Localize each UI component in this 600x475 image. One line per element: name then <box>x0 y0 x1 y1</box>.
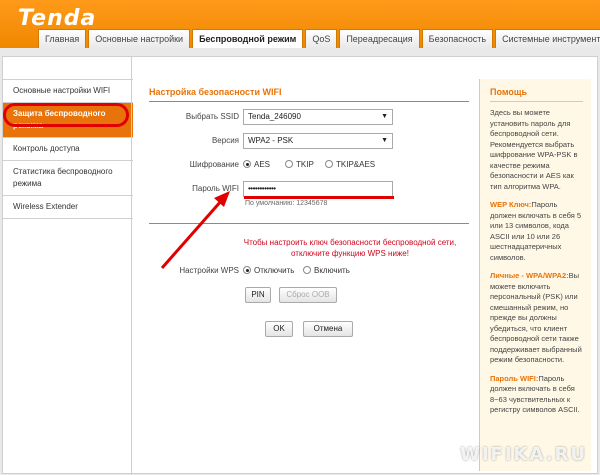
dropdown-arrow-icon: ▼ <box>381 137 388 144</box>
version-value: WPA2 - PSK <box>248 136 294 145</box>
tab-wireless[interactable]: Беспроводной режим <box>192 29 304 48</box>
encryption-radio-tkip-aes[interactable]: TKIP&AES <box>325 157 375 173</box>
pin-button[interactable]: PIN <box>245 287 271 303</box>
main-frame: Основные настройки WIFI Защита беспровод… <box>2 56 598 475</box>
section-divider <box>149 223 469 224</box>
dropdown-arrow-icon: ▼ <box>381 113 388 120</box>
help-intro: Здесь вы можете установить пароль для бе… <box>490 108 578 191</box>
sidebar: Основные настройки WIFI Защита беспровод… <box>3 79 133 219</box>
ssid-label: Выбрать SSID <box>185 112 239 121</box>
wps-row: Настройки WPS Отключить Включить <box>149 263 469 279</box>
wps-label: Настройки WPS <box>179 266 239 275</box>
password-label: Пароль WIFI <box>192 184 239 193</box>
password-default-hint: По умолчанию: 12345678 <box>245 200 328 207</box>
tab-basic-settings[interactable]: Основные настройки <box>88 29 191 48</box>
radio-checked-icon <box>243 266 251 274</box>
main-tabs: Главная Основные настройки Беспроводной … <box>38 29 600 48</box>
encryption-label: Шифрование <box>189 160 239 169</box>
wifi-password-field[interactable]: •••••••••••• <box>243 181 394 199</box>
security-form: Настройка безопасности WIFI Выбрать SSID… <box>149 87 469 337</box>
watermark: WIFIKA.RU <box>460 444 588 465</box>
version-select[interactable]: WPA2 - PSK ▼ <box>243 133 393 149</box>
sidebar-divider <box>131 57 132 475</box>
sidebar-item-wifi-basic[interactable]: Основные настройки WIFI <box>3 79 133 102</box>
password-row: Пароль WIFI •••••••••••• <box>149 181 469 199</box>
ssid-row: Выбрать SSID Tenda_246090 ▼ <box>149 109 469 125</box>
encryption-radio-tkip[interactable]: TKIP <box>285 157 314 173</box>
sidebar-item-access-control[interactable]: Контроль доступа <box>3 137 133 160</box>
wps-radio-disable[interactable]: Отключить <box>243 263 294 279</box>
reset-oob-button[interactable]: Сброс OOB <box>279 287 337 303</box>
radio-icon <box>285 160 293 168</box>
section-title: Настройка безопасности WIFI <box>149 87 469 102</box>
version-label: Версия <box>211 136 239 145</box>
help-personal: Личные - WPA/WPA2:Вы можете включить пер… <box>490 271 582 364</box>
tab-forwarding[interactable]: Переадресация <box>339 29 420 48</box>
password-value: •••••••••••• <box>248 184 276 193</box>
tab-security[interactable]: Безопасность <box>421 29 494 48</box>
encryption-row: Шифрование AES TKIP TKIP&AES <box>149 157 469 173</box>
tab-qos[interactable]: QoS <box>305 29 338 48</box>
help-wep: WEP Ключ:Пароль должен включать в себя 5… <box>490 200 582 262</box>
ssid-select[interactable]: Tenda_246090 ▼ <box>243 109 393 125</box>
radio-icon <box>325 160 333 168</box>
ok-button[interactable]: OK <box>265 321 293 337</box>
tenda-logo: Tenda <box>18 6 97 31</box>
cancel-button[interactable]: Отмена <box>303 321 353 337</box>
header: Tenda Главная Основные настройки Беспров… <box>0 0 600 48</box>
ssid-value: Tenda_246090 <box>248 112 301 121</box>
tab-system-tools[interactable]: Системные инструменты <box>495 29 600 48</box>
encryption-radio-aes[interactable]: AES <box>243 157 270 173</box>
version-row: Версия WPA2 - PSK ▼ <box>149 133 469 149</box>
radio-checked-icon <box>243 160 251 168</box>
sidebar-item-wireless-extender[interactable]: Wireless Extender <box>3 195 133 219</box>
tab-home[interactable]: Главная <box>38 29 87 48</box>
help-title: Помощь <box>490 87 583 102</box>
help-wifi-password: Пароль WIFI:Пароль должен включать в себ… <box>490 373 580 415</box>
red-highlight-outline <box>3 103 129 127</box>
sidebar-item-wireless-stats[interactable]: Статистика беспроводного режима <box>3 160 133 195</box>
wps-radio-enable[interactable]: Включить <box>303 263 350 279</box>
sidebar-item-wireless-security[interactable]: Защита беспроводного режима <box>3 102 133 137</box>
wps-warning: Чтобы настроить ключ безопасности беспро… <box>243 238 457 258</box>
help-panel: Помощь Здесь вы можете установить пароль… <box>479 79 591 471</box>
radio-icon <box>303 266 311 274</box>
red-underline-marker <box>244 196 394 199</box>
